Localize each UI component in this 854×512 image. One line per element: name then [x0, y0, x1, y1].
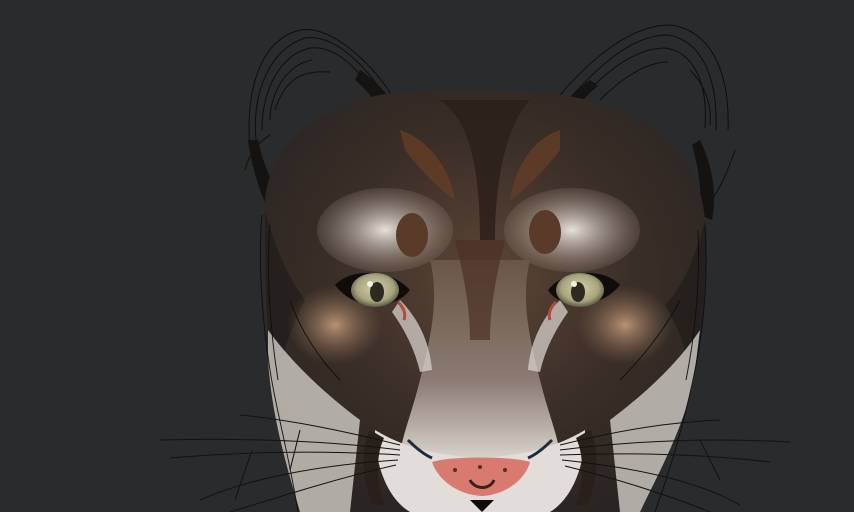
painting-canvas [0, 0, 854, 512]
left-brow-spot [396, 213, 428, 257]
cougar-painting [0, 0, 854, 512]
right-brow-patch [504, 188, 640, 272]
left-brow-patch [317, 188, 453, 272]
left-eye-highlight [367, 281, 373, 287]
right-brow-spot [529, 210, 561, 254]
right-eye-highlight [571, 281, 577, 287]
